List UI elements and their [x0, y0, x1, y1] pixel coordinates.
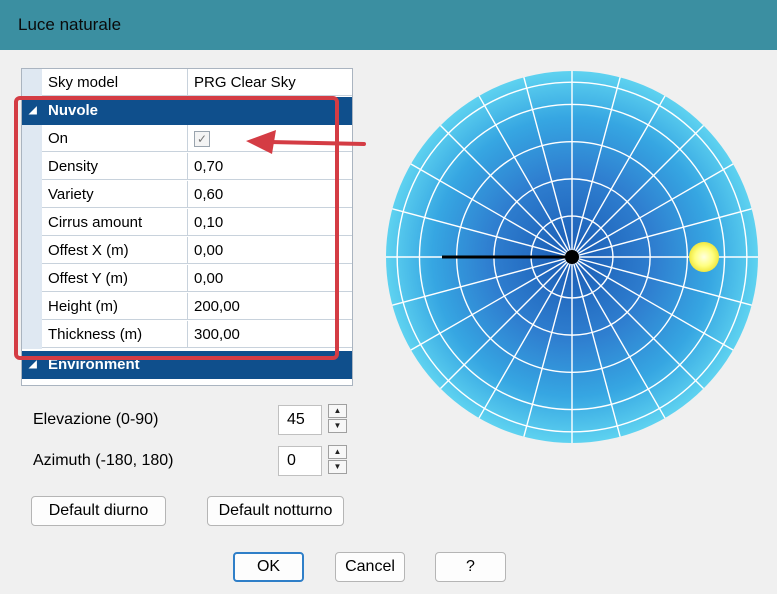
offset-x-value[interactable]: 0,00 [188, 237, 352, 264]
row-gutter [22, 209, 42, 237]
azimuth-up-icon[interactable]: ▲ [328, 445, 347, 459]
sky-dome-diagram[interactable] [384, 68, 760, 444]
elevation-label: Elevazione (0-90) [33, 411, 159, 428]
help-button[interactable]: ? [435, 552, 506, 582]
on-checkbox[interactable]: ✓ [194, 131, 210, 147]
collapse-triangle-icon[interactable]: ◢ [29, 97, 37, 125]
grid-row-variety[interactable]: Variety 0,60 [22, 181, 352, 209]
sun-icon[interactable] [689, 242, 719, 272]
row-gutter [22, 69, 42, 97]
elevation-input[interactable]: 45 [278, 405, 322, 435]
thickness-value[interactable]: 300,00 [188, 321, 352, 348]
row-gutter [22, 237, 42, 265]
height-name: Height (m) [42, 293, 188, 320]
row-gutter [22, 153, 42, 181]
category-nuvole-label: Nuvole [48, 102, 99, 119]
sky-model-value[interactable]: PRG Clear Sky [188, 69, 352, 96]
grid-row-offset-y[interactable]: Offest Y (m) 0,00 [22, 265, 352, 293]
thickness-name: Thickness (m) [42, 321, 188, 348]
category-environment-label: Environment [48, 356, 140, 373]
row-gutter [22, 125, 42, 153]
elevation-down-icon[interactable]: ▼ [328, 419, 347, 433]
elevation-up-icon[interactable]: ▲ [328, 404, 347, 418]
variety-value[interactable]: 0,60 [188, 181, 352, 208]
property-grid[interactable]: Sky model PRG Clear Sky ◢ Nuvole On ✓ De… [21, 68, 353, 386]
collapse-triangle-icon[interactable]: ◢ [29, 351, 37, 379]
grid-row-offset-x[interactable]: Offest X (m) 0,00 [22, 237, 352, 265]
sky-center-dot [565, 250, 579, 264]
window-title: Luce naturale [18, 15, 122, 34]
annotation-arrow-icon [246, 130, 366, 154]
offset-x-name: Offest X (m) [42, 237, 188, 264]
title-bar: Luce naturale [0, 0, 777, 50]
row-gutter [22, 321, 42, 349]
offset-y-name: Offest Y (m) [42, 265, 188, 292]
cirrus-amount-name: Cirrus amount [42, 209, 188, 236]
azimuth-input[interactable]: 0 [278, 446, 322, 476]
category-environment[interactable]: ◢ Environment [22, 351, 352, 379]
grid-row-thickness[interactable]: Thickness (m) 300,00 [22, 321, 352, 349]
azimuth-label: Azimuth (-180, 180) [33, 452, 174, 469]
height-value[interactable]: 200,00 [188, 293, 352, 320]
sky-model-name: Sky model [42, 69, 188, 96]
density-name: Density [42, 153, 188, 180]
category-nuvole[interactable]: ◢ Nuvole [22, 97, 352, 125]
grid-row-sky-model[interactable]: Sky model PRG Clear Sky [22, 69, 352, 97]
row-gutter [22, 181, 42, 209]
ok-button[interactable]: OK [233, 552, 304, 582]
grid-row-cirrus[interactable]: Cirrus amount 0,10 [22, 209, 352, 237]
on-name: On [42, 125, 188, 152]
variety-name: Variety [42, 181, 188, 208]
cancel-button[interactable]: Cancel [335, 552, 405, 582]
offset-y-value[interactable]: 0,00 [188, 265, 352, 292]
row-gutter [22, 293, 42, 321]
row-gutter [22, 265, 42, 293]
default-notturno-button[interactable]: Default notturno [207, 496, 344, 526]
default-diurno-button[interactable]: Default diurno [31, 496, 166, 526]
azimuth-down-icon[interactable]: ▼ [328, 460, 347, 474]
grid-row-height[interactable]: Height (m) 200,00 [22, 293, 352, 321]
cirrus-amount-value[interactable]: 0,10 [188, 209, 352, 236]
